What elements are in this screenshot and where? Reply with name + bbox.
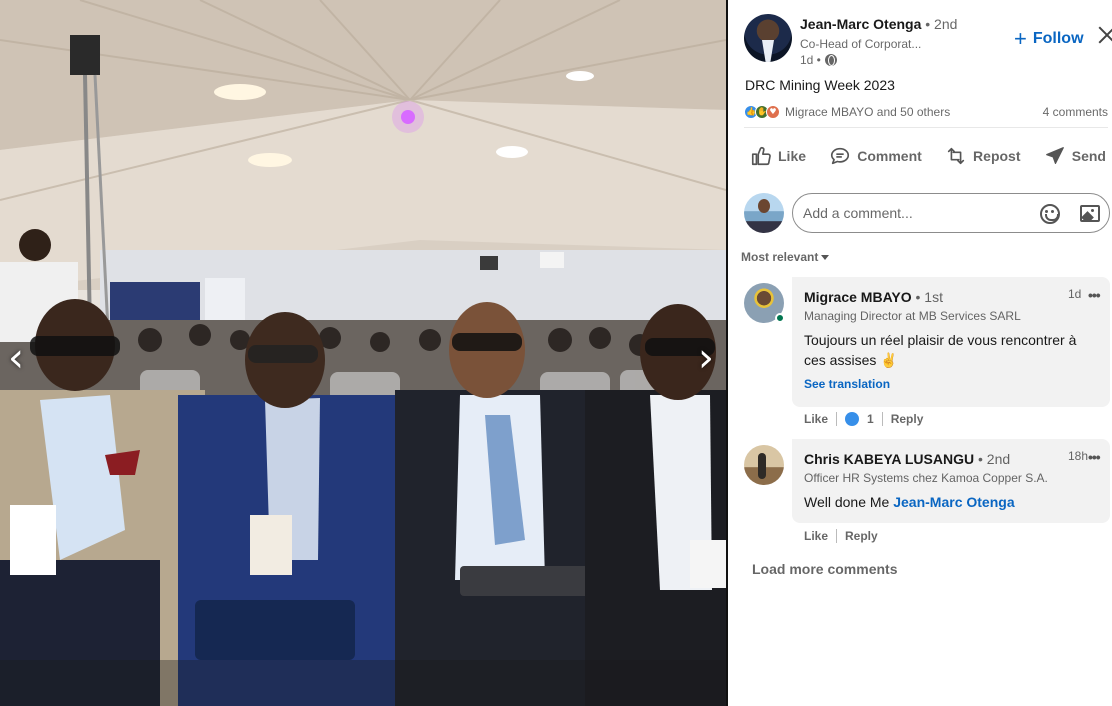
separator <box>836 529 838 543</box>
post-time-text: 1d • <box>800 53 821 67</box>
repost-icon <box>947 147 965 165</box>
more-options-icon[interactable]: ••• <box>1088 287 1101 303</box>
conference-photo-illustration <box>0 0 726 706</box>
plus-icon: + <box>1014 26 1027 51</box>
post-header: Jean-Marc Otenga • 2nd Co-Head of Corpor… <box>744 14 1100 70</box>
sort-label: Most relevant <box>741 250 819 264</box>
load-more-comments-button[interactable]: Load more comments <box>752 561 897 577</box>
comment-item: Migrace MBAYO • 1st Managing Director at… <box>744 277 1110 427</box>
like-button[interactable]: Like <box>744 138 812 174</box>
caret-down-icon <box>821 254 830 260</box>
close-icon[interactable] <box>1096 24 1112 46</box>
comment-bubble: Chris KABEYA LUSANGU • 2nd Officer HR Sy… <box>792 439 1110 523</box>
previous-image-button[interactable]: ‹ <box>2 338 30 382</box>
repost-button[interactable]: Repost <box>939 138 1026 174</box>
comment-actions: Like Reply <box>804 529 878 543</box>
repost-label: Repost <box>973 148 1021 164</box>
post-text: DRC Mining Week 2023 <box>745 77 895 93</box>
comment-reply-button[interactable]: Reply <box>845 529 878 543</box>
commenter-name[interactable]: Migrace MBAYO • 1st <box>804 289 943 305</box>
follow-button[interactable]: + Follow <box>1014 26 1084 51</box>
author-headline: Co-Head of Corporat... <box>800 37 922 51</box>
separator <box>836 412 838 426</box>
viewer-avatar <box>744 193 784 233</box>
image-icon[interactable] <box>1080 205 1100 222</box>
comment-text-prefix: Well done Me <box>804 494 890 510</box>
like-label: Like <box>778 148 807 164</box>
more-options-icon[interactable]: ••• <box>1088 449 1101 465</box>
post-actions: Like Comment Repost Send <box>744 138 1112 174</box>
reaction-icons[interactable]: 👍 ✋ ♥ <box>744 105 780 119</box>
comment-icon <box>831 147 850 165</box>
author-degree: • 2nd <box>925 16 958 32</box>
commenter-avatar[interactable] <box>744 445 784 485</box>
comment-like-button[interactable]: Like <box>804 412 828 426</box>
comment-text: Well done Me Jean-Marc Otenga <box>804 492 1094 512</box>
post-detail-panel: Jean-Marc Otenga • 2nd Co-Head of Corpor… <box>728 0 1112 706</box>
comment-like-button[interactable]: Like <box>804 529 828 543</box>
commenter-name-text[interactable]: Migrace MBAYO <box>804 289 912 305</box>
send-icon <box>1045 147 1064 164</box>
comments-count[interactable]: 4 comments <box>1043 105 1108 119</box>
comment-item: Chris KABEYA LUSANGU • 2nd Officer HR Sy… <box>744 439 1110 549</box>
reaction-names[interactable]: Migrace MBAYO and 50 others <box>785 105 950 119</box>
emoji-icon[interactable] <box>1040 204 1060 224</box>
comment-actions: Like 1 Reply <box>804 412 923 426</box>
comment-time: 18h <box>1068 449 1089 463</box>
globe-icon <box>824 54 837 66</box>
online-status-dot <box>775 313 785 323</box>
thumbs-up-icon <box>751 147 771 166</box>
author-name-text[interactable]: Jean-Marc Otenga <box>800 16 921 32</box>
separator <box>881 412 883 426</box>
post-viewer: ‹ › Jean-Marc Otenga • 2nd Co-Head of Co… <box>0 0 1112 706</box>
comment-button[interactable]: Comment <box>823 138 928 174</box>
love-reaction-icon: ♥ <box>766 105 780 119</box>
comment-time: 1d <box>1068 287 1082 301</box>
post-photo: ‹ › <box>0 0 726 706</box>
next-image-button[interactable]: › <box>692 338 720 382</box>
sort-dropdown[interactable]: Most relevant <box>741 250 830 264</box>
like-reaction-icon <box>845 412 860 426</box>
commenter-degree: • 2nd <box>978 451 1011 467</box>
send-label: Send <box>1071 148 1106 164</box>
commenter-headline: Officer HR Systems chez Kamoa Copper S.A… <box>804 471 1048 485</box>
comment-reply-button[interactable]: Reply <box>891 412 924 426</box>
mention-link[interactable]: Jean-Marc Otenga <box>893 494 1014 510</box>
commenter-degree: • 1st <box>915 289 943 305</box>
commenter-headline: Managing Director at MB Services SARL <box>804 309 1021 323</box>
post-time: 1d • <box>800 53 837 67</box>
comment-box[interactable] <box>792 193 1110 233</box>
commenter-name-text[interactable]: Chris KABEYA LUSANGU <box>804 451 974 467</box>
comment-text: Toujours un réel plaisir de vous rencont… <box>804 332 1077 368</box>
comment-like-count[interactable]: 1 <box>867 412 874 426</box>
comment-label: Comment <box>857 148 922 164</box>
send-button[interactable]: Send <box>1038 138 1112 174</box>
divider-line <box>744 127 1108 128</box>
add-comment-row <box>744 193 1110 233</box>
social-counts: 👍 ✋ ♥ Migrace MBAYO and 50 others 4 comm… <box>744 102 1108 122</box>
comment-bubble: Migrace MBAYO • 1st Managing Director at… <box>792 277 1110 407</box>
comment-input[interactable] <box>803 203 1033 223</box>
see-translation-link[interactable]: See translation <box>804 377 890 391</box>
follow-label: Follow <box>1032 30 1084 47</box>
author-avatar[interactable] <box>744 14 792 62</box>
commenter-name[interactable]: Chris KABEYA LUSANGU • 2nd <box>804 451 1010 467</box>
author-name[interactable]: Jean-Marc Otenga • 2nd <box>800 16 957 32</box>
